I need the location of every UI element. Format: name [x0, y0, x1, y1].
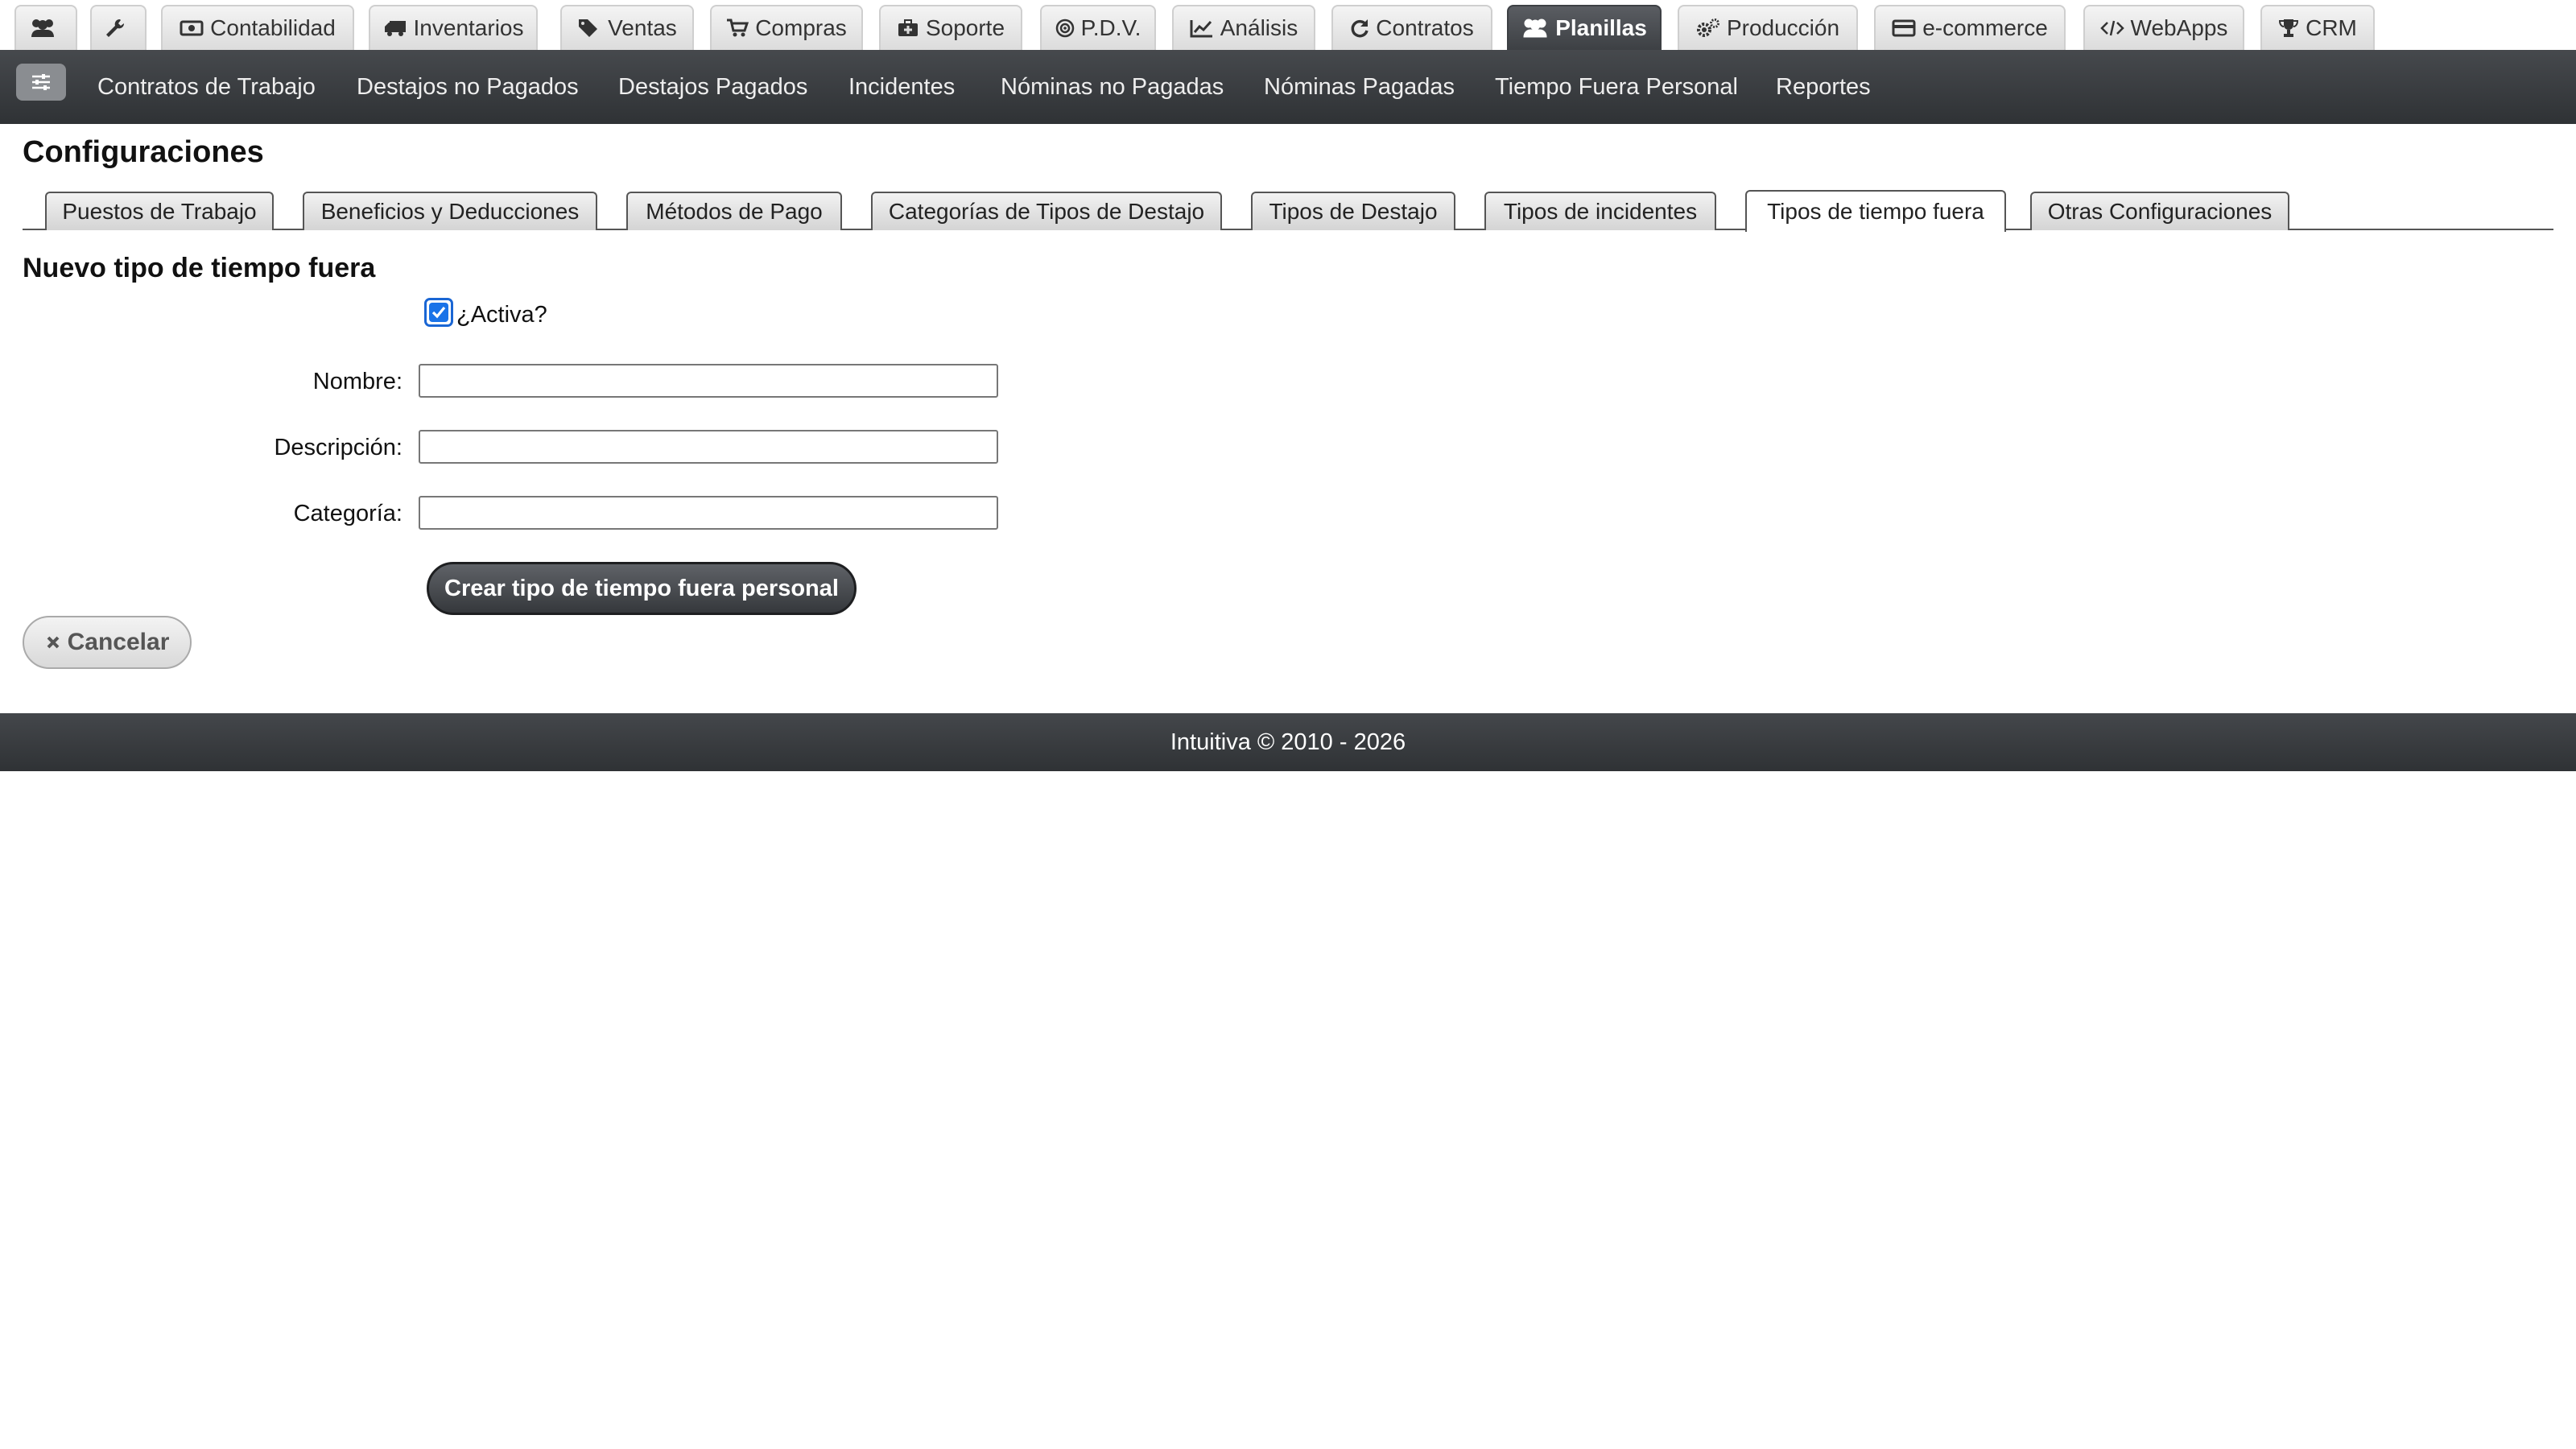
credit-card-icon	[1892, 19, 1916, 37]
medkit-icon	[898, 19, 918, 36]
name-label: Nombre:	[312, 369, 402, 394]
module-tab-ecommerce[interactable]: e-commerce	[1874, 5, 2066, 50]
cart-icon	[727, 19, 749, 37]
description-input[interactable]	[419, 430, 998, 464]
module-tab-label: P.D.V.	[1080, 15, 1141, 40]
module-tab-users[interactable]	[14, 5, 77, 50]
module-tab-crm[interactable]: CRM	[2260, 5, 2375, 50]
code-icon	[2099, 20, 2124, 36]
users-icon	[1523, 19, 1547, 38]
active-checkbox[interactable]	[424, 298, 453, 327]
close-icon	[47, 636, 60, 649]
line-chart-icon	[1190, 20, 1212, 38]
module-tab-label: Contratos	[1376, 15, 1474, 40]
footer: Intuitiva © 2010 - 2026	[0, 713, 2576, 771]
module-tab-label: Producción	[1726, 15, 1840, 40]
module-tab-contratos[interactable]: Contratos	[1331, 5, 1492, 50]
module-tab-label: Análisis	[1220, 15, 1298, 40]
tab-beneficios-y-deducciones[interactable]: Beneficios y Deducciones	[303, 192, 597, 230]
tab-tipos-de-incidentes[interactable]: Tipos de incidentes	[1484, 192, 1716, 230]
subnav-item-destajos-no-pagados[interactable]: Destajos no Pagados	[357, 74, 579, 101]
check-icon	[431, 306, 446, 319]
subnav-toggle-button[interactable]	[16, 64, 66, 101]
module-tab-label: CRM	[2306, 15, 2357, 40]
sub-navigation-bar: Contratos de Trabajo Destajos no Pagados…	[0, 50, 2576, 124]
create-time-off-type-button[interactable]: Crear tipo de tiempo fuera personal	[427, 562, 857, 615]
page-title: Configuraciones	[23, 135, 264, 169]
module-tab-tools[interactable]	[90, 5, 147, 50]
footer-copyright: Intuitiva © 2010 - 2026	[1170, 729, 1406, 755]
module-tab-label: Ventas	[608, 15, 677, 40]
module-tab-label: Soporte	[925, 15, 1005, 40]
bullseye-icon	[1055, 19, 1074, 38]
subnav-item-nominas-pagadas[interactable]: Nóminas Pagadas	[1264, 74, 1455, 101]
module-tab-produccion[interactable]: Producción	[1678, 5, 1858, 50]
module-tab-label: Inventarios	[413, 15, 524, 40]
module-tab-ventas[interactable]: Ventas	[560, 5, 694, 50]
module-tab-soporte[interactable]: Soporte	[879, 5, 1022, 50]
module-tab-analisis[interactable]: Análisis	[1172, 5, 1315, 50]
name-input[interactable]	[419, 364, 998, 398]
tab-puestos-de-trabajo[interactable]: Puestos de Trabajo	[45, 192, 274, 230]
module-tab-bar: Contabilidad Inventarios Ventas Compras …	[0, 0, 2576, 50]
tab-categorias-tipos-destajo[interactable]: Categorías de Tipos de Destajo	[871, 192, 1222, 230]
money-icon	[180, 20, 204, 36]
category-input[interactable]	[419, 496, 998, 530]
tab-otras-configuraciones[interactable]: Otras Configuraciones	[2030, 192, 2289, 230]
module-tab-inventarios[interactable]: Inventarios	[369, 5, 538, 50]
sliders-icon	[32, 74, 50, 90]
module-tab-label: WebApps	[2130, 15, 2228, 40]
cancel-button-label: Cancelar	[67, 629, 170, 655]
tags-icon	[579, 19, 598, 37]
module-tab-compras[interactable]: Compras	[710, 5, 863, 50]
description-label: Descripción:	[274, 435, 402, 460]
category-label: Categoría:	[293, 501, 402, 526]
module-tab-pdv[interactable]: P.D.V.	[1040, 5, 1156, 50]
subnav-item-nominas-no-pagadas[interactable]: Nóminas no Pagadas	[1001, 74, 1224, 101]
subnav-item-reportes[interactable]: Reportes	[1776, 74, 1871, 101]
module-tab-label: e-commerce	[1922, 15, 2048, 40]
module-tab-contabilidad[interactable]: Contabilidad	[161, 5, 354, 50]
subnav-item-incidentes[interactable]: Incidentes	[848, 74, 955, 101]
wrench-icon	[106, 19, 125, 37]
subnav-item-tiempo-fuera-personal[interactable]: Tiempo Fuera Personal	[1495, 74, 1738, 101]
users-icon	[31, 19, 54, 37]
checkbox-check-mark	[429, 303, 448, 322]
tab-metodos-de-pago[interactable]: Métodos de Pago	[626, 192, 842, 230]
module-tab-label: Contabilidad	[210, 15, 336, 40]
module-tab-label: Compras	[755, 15, 847, 40]
tab-tipos-de-destajo[interactable]: Tipos de Destajo	[1251, 192, 1455, 230]
module-tab-label: Planillas	[1555, 15, 1647, 40]
tab-tipos-de-tiempo-fuera[interactable]: Tipos de tiempo fuera	[1745, 190, 2006, 232]
cancel-button[interactable]: Cancelar	[23, 616, 192, 669]
subnav-item-destajos-pagados[interactable]: Destajos Pagados	[618, 74, 807, 101]
module-tab-webapps[interactable]: WebApps	[2083, 5, 2244, 50]
trophy-icon	[2279, 19, 2299, 37]
subnav-item-contratos-de-trabajo[interactable]: Contratos de Trabajo	[97, 74, 316, 101]
truck-icon	[384, 21, 406, 36]
refresh-icon	[1351, 19, 1368, 38]
form-title: Nuevo tipo de tiempo fuera	[23, 253, 376, 283]
cogs-icon	[1696, 19, 1719, 37]
active-checkbox-label: ¿Activa?	[456, 302, 547, 328]
module-tab-planillas[interactable]: Planillas	[1507, 5, 1662, 50]
